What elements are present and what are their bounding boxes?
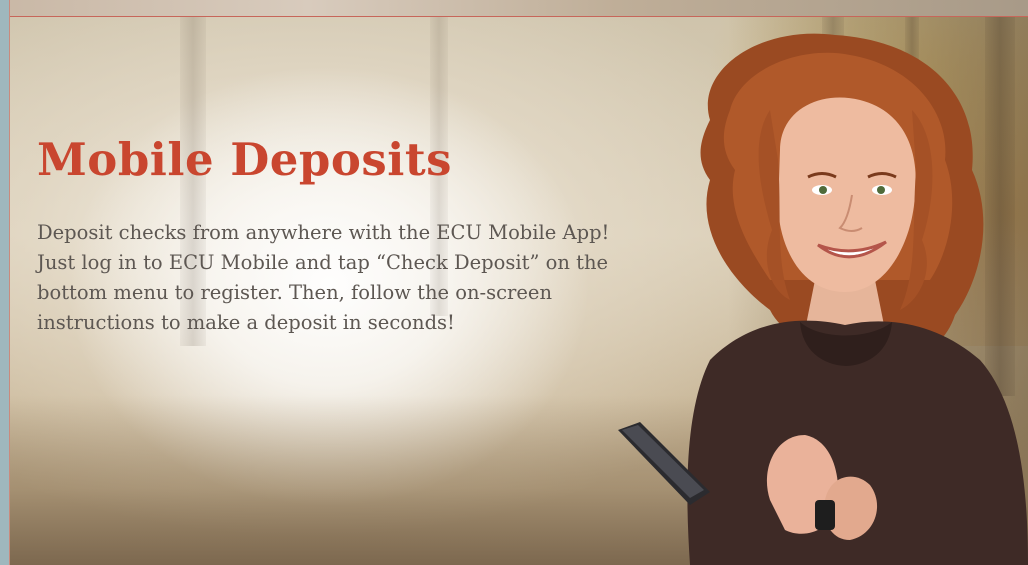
mobile-deposits-banner: Mobile Deposits Deposit checks from anyw… [0,0,1028,565]
top-border-strip [0,0,1028,17]
banner-description: Deposit checks from anywhere with the EC… [37,221,610,334]
banner-title: Mobile Deposits [37,133,452,186]
left-border-strip [0,0,10,565]
woman-holding-smartphone-photo [618,33,1028,565]
